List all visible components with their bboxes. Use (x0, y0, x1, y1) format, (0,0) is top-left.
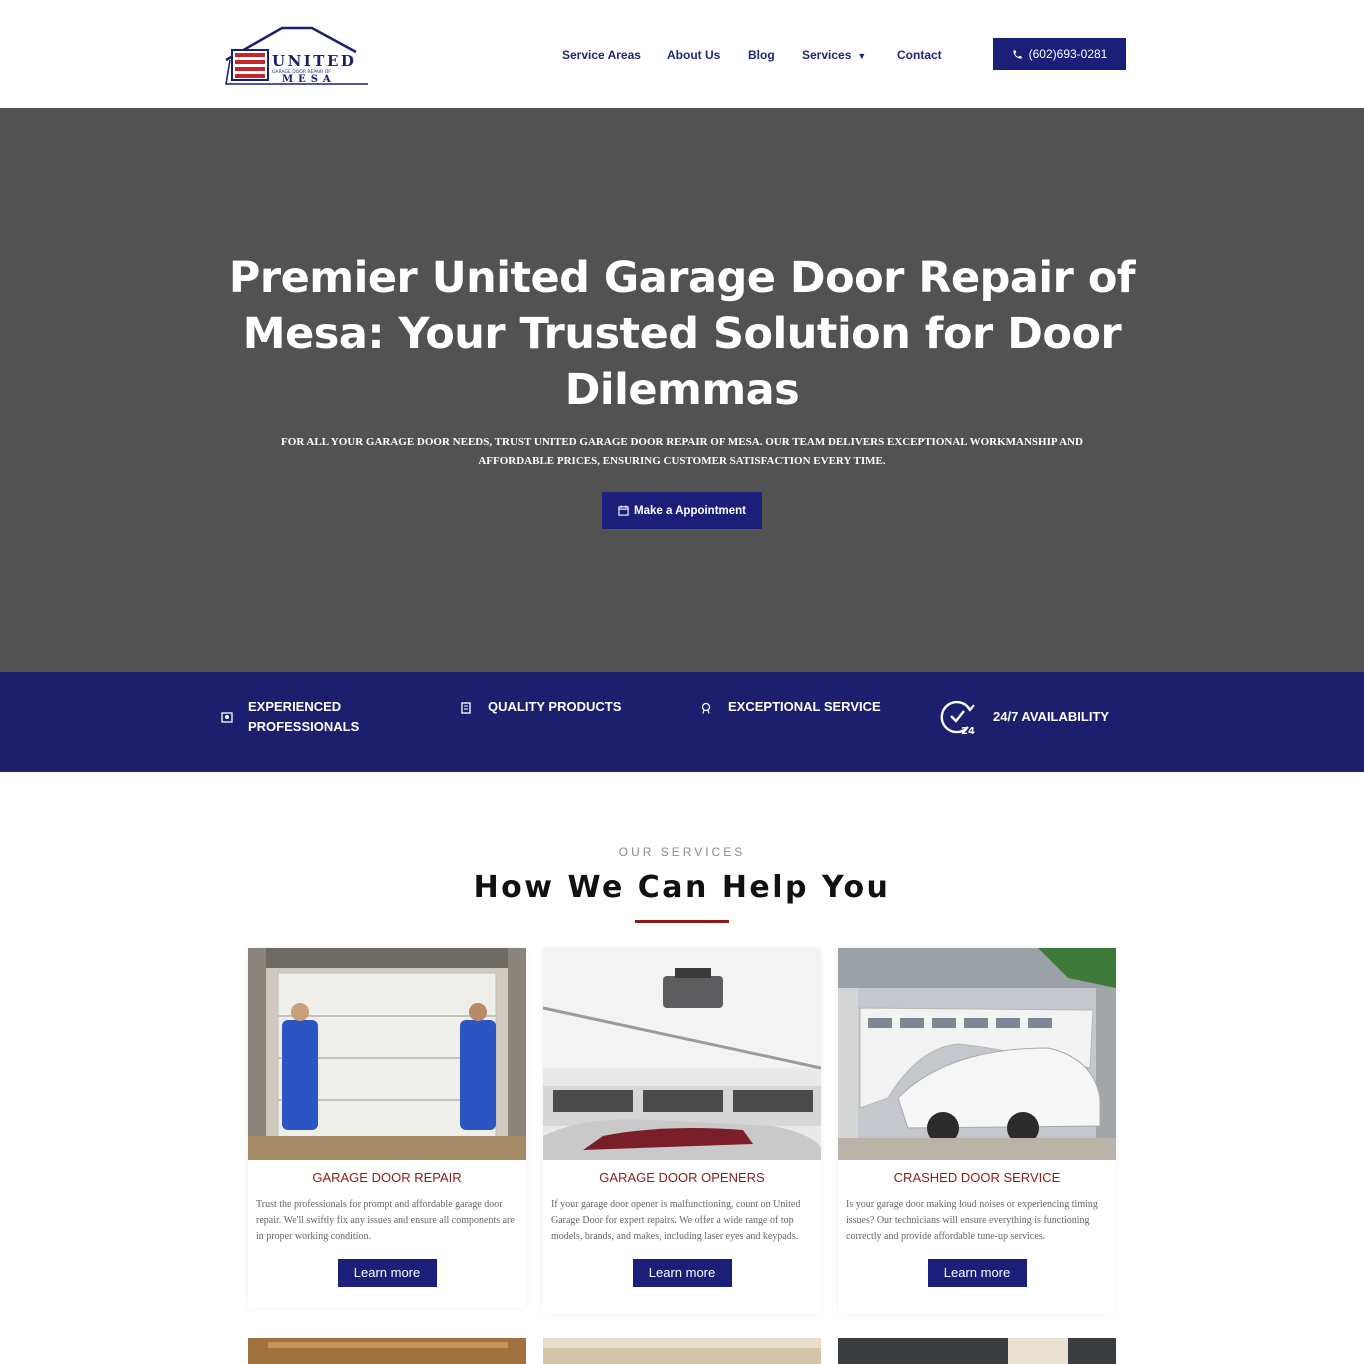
feature-quality: QUALITY PRODUCTS (488, 699, 622, 714)
feature-availability: 24/7 AVAILABILITY (993, 709, 1110, 724)
card-title: GARAGE DOOR OPENERS (599, 1170, 765, 1185)
card-title: GARAGE DOOR REPAIR (312, 1170, 462, 1185)
learn-more-button[interactable]: Learn more (337, 1259, 437, 1287)
feature-experienced: EXPERIENCED PROFESSIONALS (248, 699, 360, 734)
logo-graphic: UNITED GARAGE DOOR REPAIR OF MESA (225, 26, 368, 85)
services-eyebrow: OUR SERVICES (618, 845, 746, 859)
appointment-button-label: Make a Appointment (633, 504, 747, 517)
nav-contact[interactable]: Contact (897, 48, 942, 62)
service-card-repair: GARAGE DOOR REPAIR Trust the professiona… (248, 948, 526, 1308)
hero-subtitle: FOR ALL YOUR GARAGE DOOR NEEDS, TRUST UN… (281, 436, 1083, 467)
hero-title: Premier United Garage Door Repair of Mes… (228, 253, 1136, 415)
nav-services-label: Services (802, 48, 852, 62)
learn-more-button[interactable]: Learn more (927, 1259, 1027, 1287)
feature-service: EXCEPTIONAL SERVICE (728, 699, 881, 714)
clock-24-icon: 24 (940, 700, 975, 736)
caret-down-icon: ▼ (857, 51, 867, 61)
service-card-image-partial (838, 1338, 1116, 1364)
card-text: If your garage door opener is malfunctio… (551, 1199, 801, 1242)
nav-services[interactable]: Services ▼ (802, 48, 866, 62)
svg-text:MESA: MESA (282, 74, 336, 85)
nav-blog[interactable]: Blog (748, 48, 775, 62)
service-card-image-partial (543, 1338, 821, 1364)
services-title: How We Can Help You (473, 870, 891, 905)
appointment-button[interactable]: Make a Appointment (602, 492, 762, 529)
garage-repair-photo (248, 948, 526, 1160)
phone-number: (602)693-0281 (1028, 47, 1108, 61)
site-header: UNITED GARAGE DOOR REPAIR OF MESA Servic… (0, 0, 1364, 108)
service-card-openers: GARAGE DOOR OPENERS If your garage door … (543, 948, 821, 1314)
svg-text:24: 24 (961, 726, 975, 736)
users-icon (221, 712, 233, 723)
card-text: Trust the professionals for prompt and a… (256, 1199, 515, 1242)
crashed-door-photo (838, 948, 1116, 1160)
site-logo[interactable]: UNITED GARAGE DOOR REPAIR OF MESA (222, 22, 370, 88)
garage-opener-photo (543, 948, 821, 1160)
phone-button[interactable]: (602)693-0281 (993, 38, 1126, 70)
card-title: CRASHED DOOR SERVICE (893, 1170, 1061, 1185)
learn-more-button[interactable]: Learn more (632, 1259, 732, 1287)
calendar-icon (618, 505, 629, 516)
medal-icon (701, 702, 711, 714)
service-card-crashed: CRASHED DOOR SERVICE Is your garage door… (838, 948, 1116, 1314)
title-divider (635, 920, 729, 923)
features-band: EXPERIENCED PROFESSIONALS QUALITY PRODUC… (0, 672, 1364, 772)
hero-section: Premier United Garage Door Repair of Mes… (0, 108, 1364, 672)
svg-text:UNITED: UNITED (272, 52, 356, 70)
service-card-image-partial (248, 1338, 526, 1364)
card-text: Is your garage door making loud noises o… (846, 1199, 1098, 1242)
phone-icon (1013, 49, 1022, 59)
nav-about-us[interactable]: About Us (667, 48, 720, 62)
badge-icon (461, 702, 471, 714)
nav-service-areas[interactable]: Service Areas (562, 48, 641, 62)
